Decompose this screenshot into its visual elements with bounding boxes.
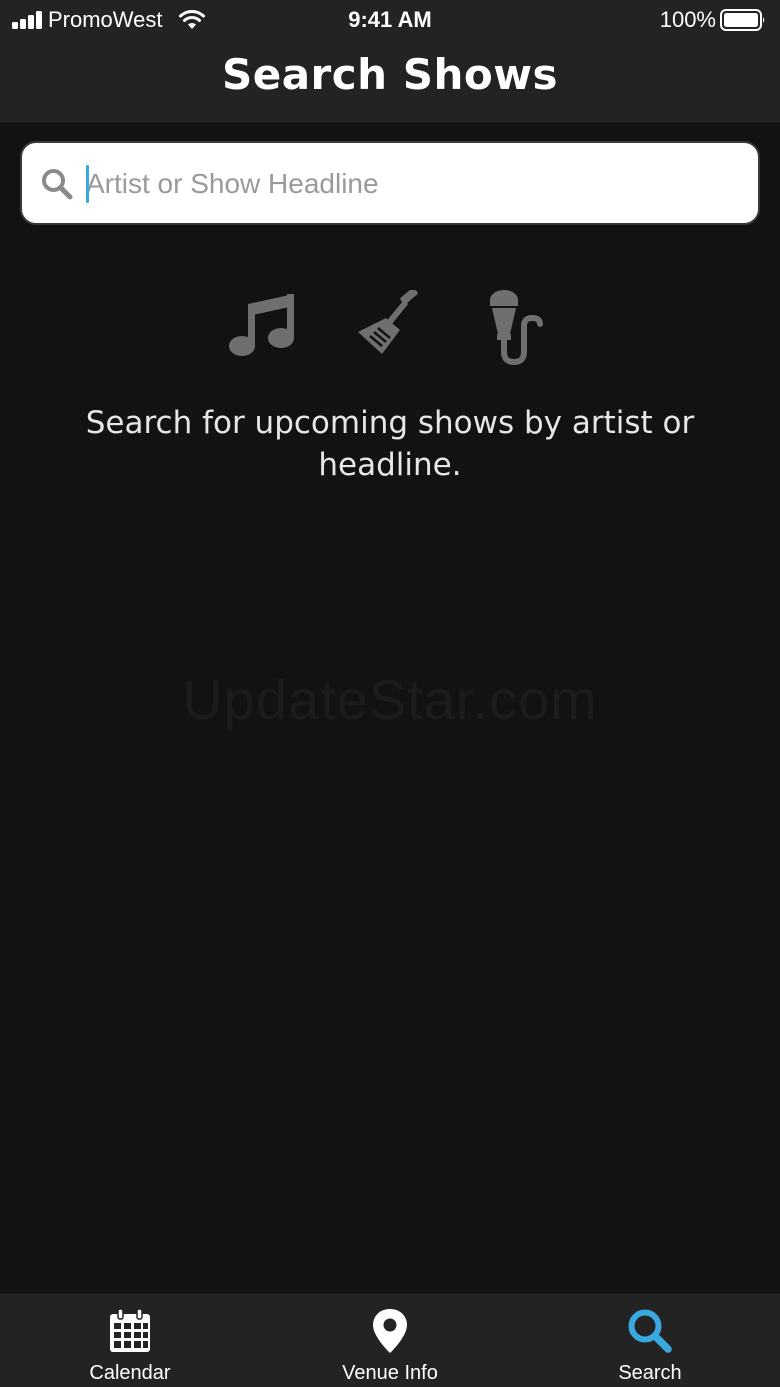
- status-bar: PromoWest 9:41 AM 100%: [0, 0, 780, 40]
- page-title: Search Shows: [221, 50, 558, 99]
- music-note-icon: [229, 294, 294, 356]
- search-field[interactable]: [20, 141, 760, 225]
- carrier-name: PromoWest: [48, 7, 163, 32]
- microphone-icon: [490, 290, 543, 366]
- status-time: 9:41 AM: [348, 7, 432, 32]
- search-shows-screen: PromoWest 9:41 AM 100% Search Shows Arti…: [0, 0, 780, 1387]
- header: PromoWest 9:41 AM 100% Search Shows: [0, 0, 780, 122]
- calendar-icon: [110, 1308, 150, 1352]
- tab-calendar[interactable]: Calendar: [0, 1295, 260, 1387]
- cellular-signal-icon: [12, 11, 44, 29]
- search-icon: [42, 169, 73, 200]
- search-input[interactable]: [84, 157, 744, 211]
- watermark: UpdateStar.com: [182, 668, 598, 731]
- text-cursor: [86, 165, 89, 203]
- empty-state-icons: [0, 290, 780, 366]
- empty-state-message: Search for upcoming shows by artist or h…: [85, 405, 695, 483]
- wifi-icon: [179, 10, 205, 29]
- tab-label-search: Search: [618, 1362, 682, 1384]
- tab-venue-info[interactable]: Venue Info: [260, 1295, 520, 1387]
- tab-label-calendar: Calendar: [89, 1362, 171, 1384]
- battery-icon: [720, 9, 765, 31]
- battery-percent: 100%: [659, 7, 716, 32]
- search-icon: [628, 1309, 672, 1353]
- guitar-icon: [358, 290, 418, 354]
- map-pin-icon: [373, 1309, 407, 1353]
- tab-search[interactable]: Search: [520, 1295, 780, 1387]
- tab-bar: Calendar Venue Info Search: [0, 1294, 780, 1387]
- tab-label-venue-info: Venue Info: [342, 1362, 438, 1384]
